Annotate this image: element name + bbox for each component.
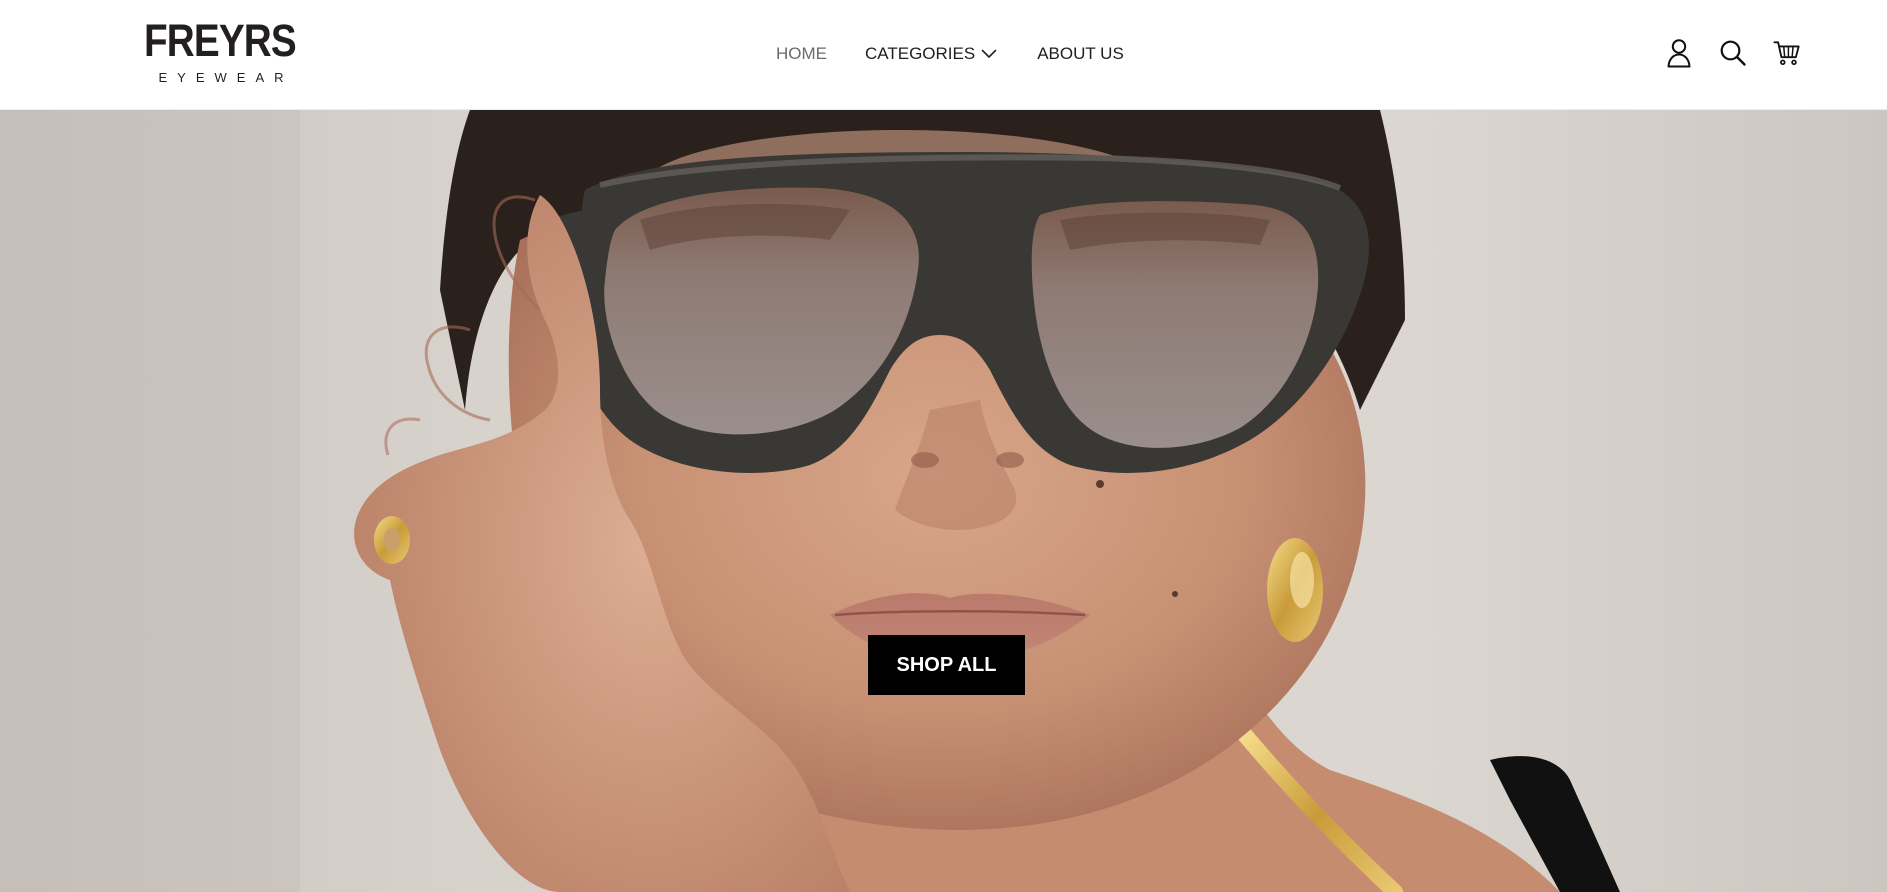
hero-banner: SHOP ALL (0, 110, 1887, 892)
site-header: FREYRS EYEWEAR HOME CATEGORIES ABOUT US (0, 0, 1887, 110)
chevron-down-icon (981, 49, 997, 59)
shop-all-button[interactable]: SHOP ALL (868, 635, 1025, 695)
nav-home-label: HOME (776, 44, 827, 63)
hero-image (0, 110, 1887, 892)
main-nav: HOME CATEGORIES ABOUT US (776, 43, 1124, 65)
brand-name: FREYRS (144, 15, 297, 66)
brand-logo[interactable]: FREYRS EYEWEAR (144, 15, 297, 88)
account-icon[interactable] (1665, 38, 1693, 68)
nav-about-us-label: ABOUT US (1037, 44, 1124, 63)
cart-icon[interactable] (1773, 38, 1801, 68)
brand-tagline: EYEWEAR (158, 70, 294, 85)
header-actions (1665, 38, 1801, 68)
nav-categories[interactable]: CATEGORIES (865, 44, 997, 64)
search-icon[interactable] (1719, 38, 1747, 68)
nav-about-us[interactable]: ABOUT US (1037, 44, 1124, 64)
nav-home[interactable]: HOME (776, 44, 827, 64)
nav-categories-label: CATEGORIES (865, 44, 976, 63)
